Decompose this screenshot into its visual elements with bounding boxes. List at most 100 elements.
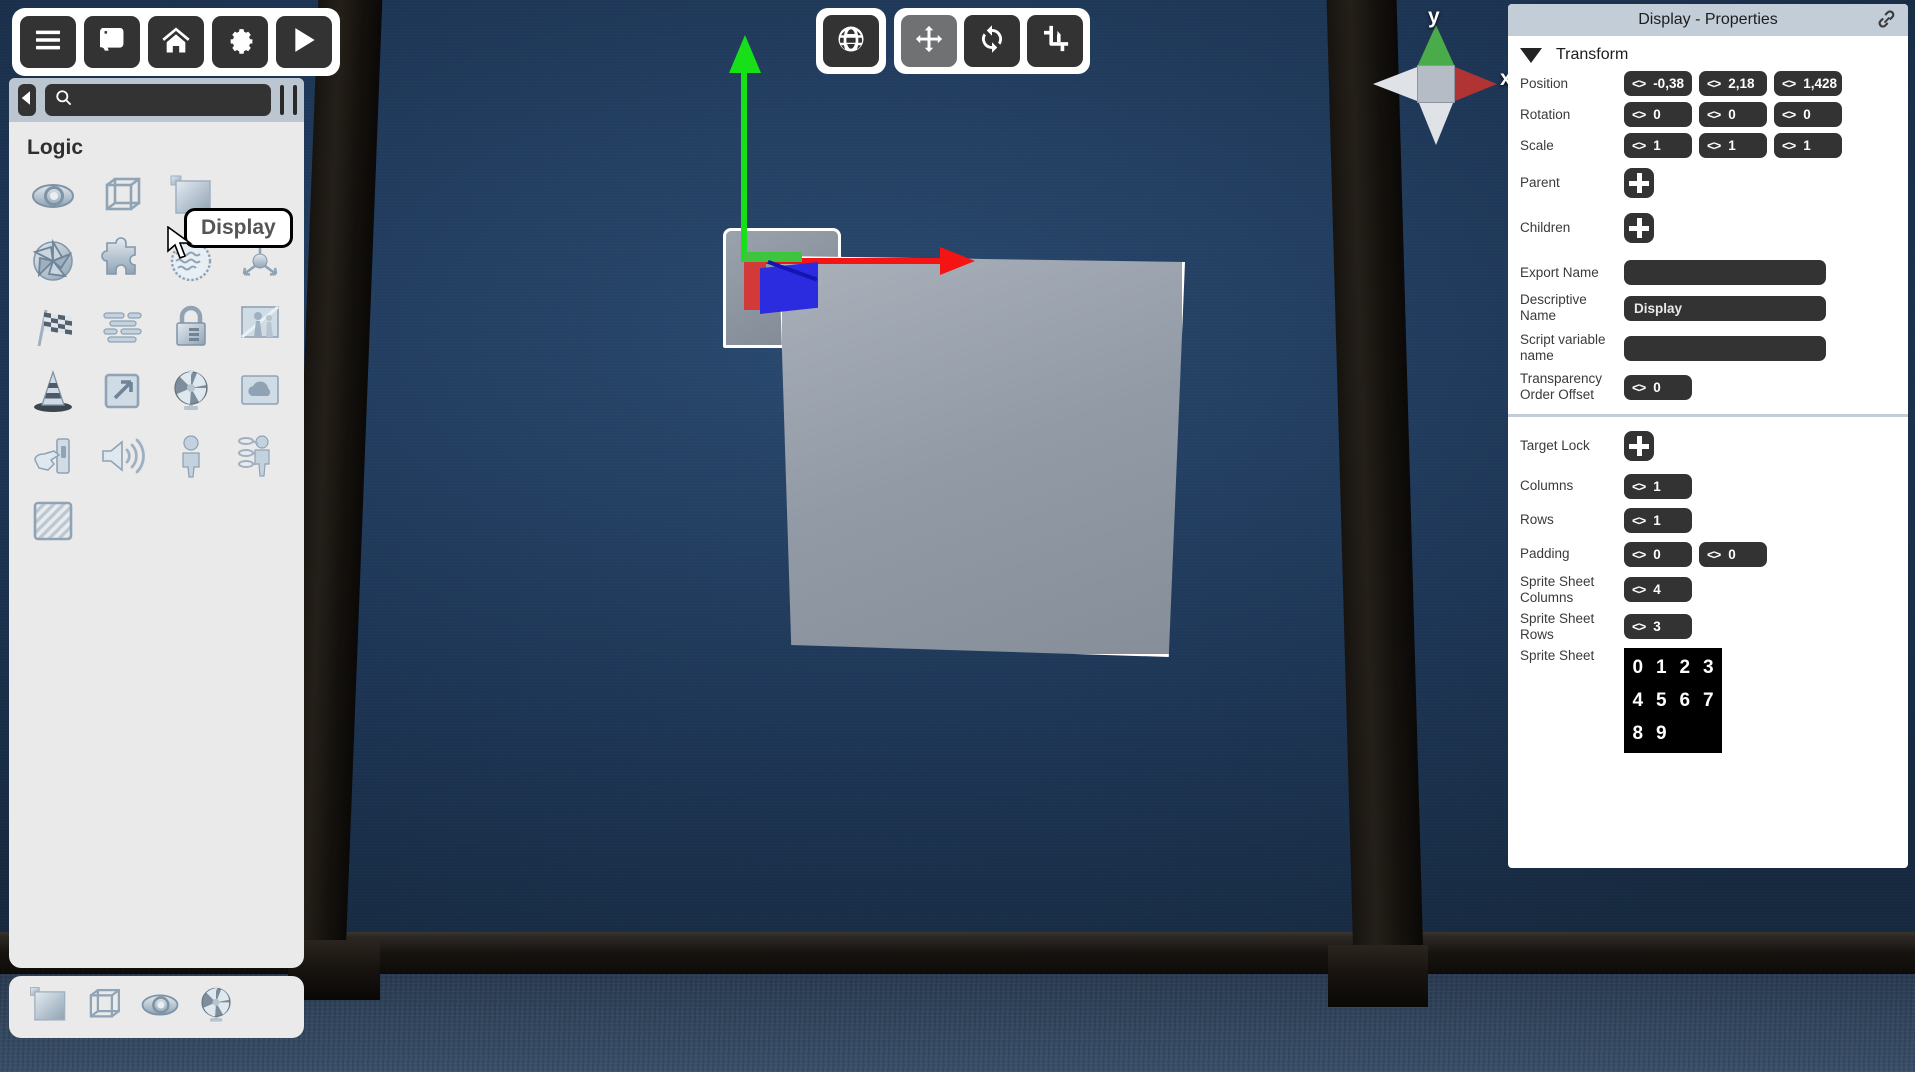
add-target-lock-button[interactable]	[1624, 431, 1654, 461]
sprite-sheet-preview[interactable]: 0123 4567 89	[1624, 648, 1722, 754]
rotation-y-value: 0	[1728, 107, 1736, 122]
logic-item-external-link[interactable]	[88, 365, 157, 422]
chain-link-icon[interactable]	[1875, 8, 1899, 32]
logic-item-person[interactable]	[157, 430, 226, 487]
logic-item-cone[interactable]	[19, 365, 88, 422]
aperture-icon	[29, 237, 77, 290]
nav-gizmo-x-cone[interactable]	[1455, 67, 1497, 101]
hamburger-menu-button[interactable]	[20, 16, 76, 68]
transparency-order-offset-field[interactable]: <> 0	[1624, 374, 1692, 400]
logic-item-switch[interactable]	[19, 430, 88, 487]
properties-panel: Display - Properties Transform Position …	[1508, 4, 1908, 868]
stepper-icon[interactable]: <>	[1707, 547, 1721, 562]
nav-gizmo-neg-y-cone[interactable]	[1419, 103, 1453, 145]
home-button[interactable]	[148, 16, 204, 68]
stepper-icon[interactable]: <>	[1782, 138, 1796, 153]
navigation-gizmo[interactable]: y x	[1345, 5, 1512, 165]
gizmo-y-axis[interactable]	[741, 62, 747, 262]
gizmo-plane-xz[interactable]	[744, 252, 802, 262]
padding-x-field[interactable]: <> 0	[1624, 541, 1692, 567]
logic-item-flag[interactable]	[19, 300, 88, 357]
property-row-padding: Padding <> 0 <> 0	[1508, 537, 1908, 571]
globe-space-button[interactable]	[823, 15, 879, 67]
rotation-x-field[interactable]: <> 0	[1624, 102, 1692, 127]
stepper-icon[interactable]: <>	[1707, 138, 1721, 153]
stepper-icon[interactable]: <>	[1632, 513, 1646, 528]
stepper-icon[interactable]: <>	[1632, 547, 1646, 562]
stepper-icon[interactable]: <>	[1632, 582, 1646, 597]
scale-x-field[interactable]: <> 1	[1624, 133, 1692, 158]
logic-item-eye[interactable]	[19, 170, 88, 227]
logic-item-sound[interactable]	[88, 430, 157, 487]
move-tool-button[interactable]	[901, 15, 957, 67]
play-button[interactable]	[276, 16, 332, 68]
recent-item-eye[interactable]	[135, 982, 185, 1032]
scale-tool-button[interactable]	[1027, 15, 1083, 67]
search-field-wrapper[interactable]	[45, 84, 271, 116]
position-x-value: -0,38	[1653, 76, 1684, 91]
rotate-tool-button[interactable]	[964, 15, 1020, 67]
property-row-export-name: Export Name	[1508, 257, 1908, 288]
nav-gizmo-neg-x-cone[interactable]	[1373, 67, 1417, 101]
gear-icon	[224, 24, 256, 61]
collapse-panel-button[interactable]	[18, 84, 36, 116]
logic-item-mirror[interactable]	[225, 300, 294, 357]
padding-y-field[interactable]: <> 0	[1699, 541, 1767, 567]
assets-button[interactable]	[84, 16, 140, 68]
rotation-y-field[interactable]: <> 0	[1699, 102, 1767, 127]
stepper-icon[interactable]: <>	[1632, 76, 1646, 91]
toggle-grid-view-button[interactable]	[293, 85, 297, 115]
position-y-field[interactable]: <> 2,18	[1699, 71, 1767, 96]
logic-item-lock[interactable]	[157, 300, 226, 357]
scale-y-field[interactable]: <> 1	[1699, 133, 1767, 158]
position-x-field[interactable]: <> -0,38	[1624, 71, 1692, 96]
rotation-z-field[interactable]: <> 0	[1774, 102, 1842, 127]
recent-item-display[interactable]	[23, 982, 73, 1032]
stepper-icon[interactable]: <>	[1782, 76, 1796, 91]
search-input[interactable]	[81, 92, 262, 108]
eye-icon	[139, 984, 181, 1031]
text-lines-icon	[98, 302, 146, 355]
export-name-field[interactable]	[1624, 260, 1826, 285]
logic-item-fan[interactable]	[157, 365, 226, 422]
rows-field[interactable]: <> 1	[1624, 507, 1692, 533]
columns-field[interactable]: <> 1	[1624, 473, 1692, 499]
descriptive-name-field[interactable]: Display	[1624, 295, 1826, 321]
add-parent-button[interactable]	[1624, 168, 1654, 198]
toggle-list-view-button[interactable]	[280, 85, 284, 115]
logic-item-puzzle[interactable]	[88, 235, 157, 292]
nav-gizmo-center[interactable]	[1417, 65, 1455, 103]
logic-item-hatch[interactable]	[19, 495, 88, 552]
gizmo-y-arrow[interactable]	[729, 35, 761, 73]
logic-item-text[interactable]	[88, 300, 157, 357]
stepper-icon[interactable]: <>	[1632, 380, 1646, 395]
logic-item-aperture-2[interactable]	[19, 235, 88, 292]
stepper-icon[interactable]: <>	[1707, 107, 1721, 122]
chevron-down-icon[interactable]	[1520, 47, 1542, 63]
logic-item-ragdoll[interactable]	[225, 430, 294, 487]
settings-button[interactable]	[212, 16, 268, 68]
nav-gizmo-y-cone[interactable]	[1417, 25, 1455, 67]
wireframe-cube-icon	[98, 172, 146, 225]
stepper-icon[interactable]: <>	[1707, 76, 1721, 91]
position-z-field[interactable]: <> 1,428	[1774, 71, 1842, 96]
script-variable-name-field[interactable]	[1624, 335, 1826, 361]
stepper-icon[interactable]: <>	[1632, 619, 1646, 634]
stepper-icon[interactable]: <>	[1632, 138, 1646, 153]
stepper-icon[interactable]: <>	[1632, 107, 1646, 122]
add-child-button[interactable]	[1624, 213, 1654, 243]
sprite-sheet-rows-field[interactable]: <> 3	[1624, 614, 1692, 640]
stepper-icon[interactable]: <>	[1632, 479, 1646, 494]
stepper-icon[interactable]: <>	[1782, 107, 1796, 122]
logic-item-sky[interactable]	[225, 365, 294, 422]
selected-object-display[interactable]	[779, 256, 1185, 657]
sprite-sheet-columns-field[interactable]: <> 4	[1624, 577, 1692, 603]
logic-item-wireframe-cube[interactable]	[88, 170, 157, 227]
transform-section-toggle[interactable]: Transform	[1508, 36, 1908, 68]
panel-content: Logic Display	[9, 122, 304, 968]
gizmo-x-arrow[interactable]	[940, 247, 975, 275]
recent-item-wireframe-cube[interactable]	[79, 982, 129, 1032]
recent-item-fan[interactable]	[191, 982, 241, 1032]
rotation-x-value: 0	[1653, 107, 1661, 122]
scale-z-field[interactable]: <> 1	[1774, 133, 1842, 158]
